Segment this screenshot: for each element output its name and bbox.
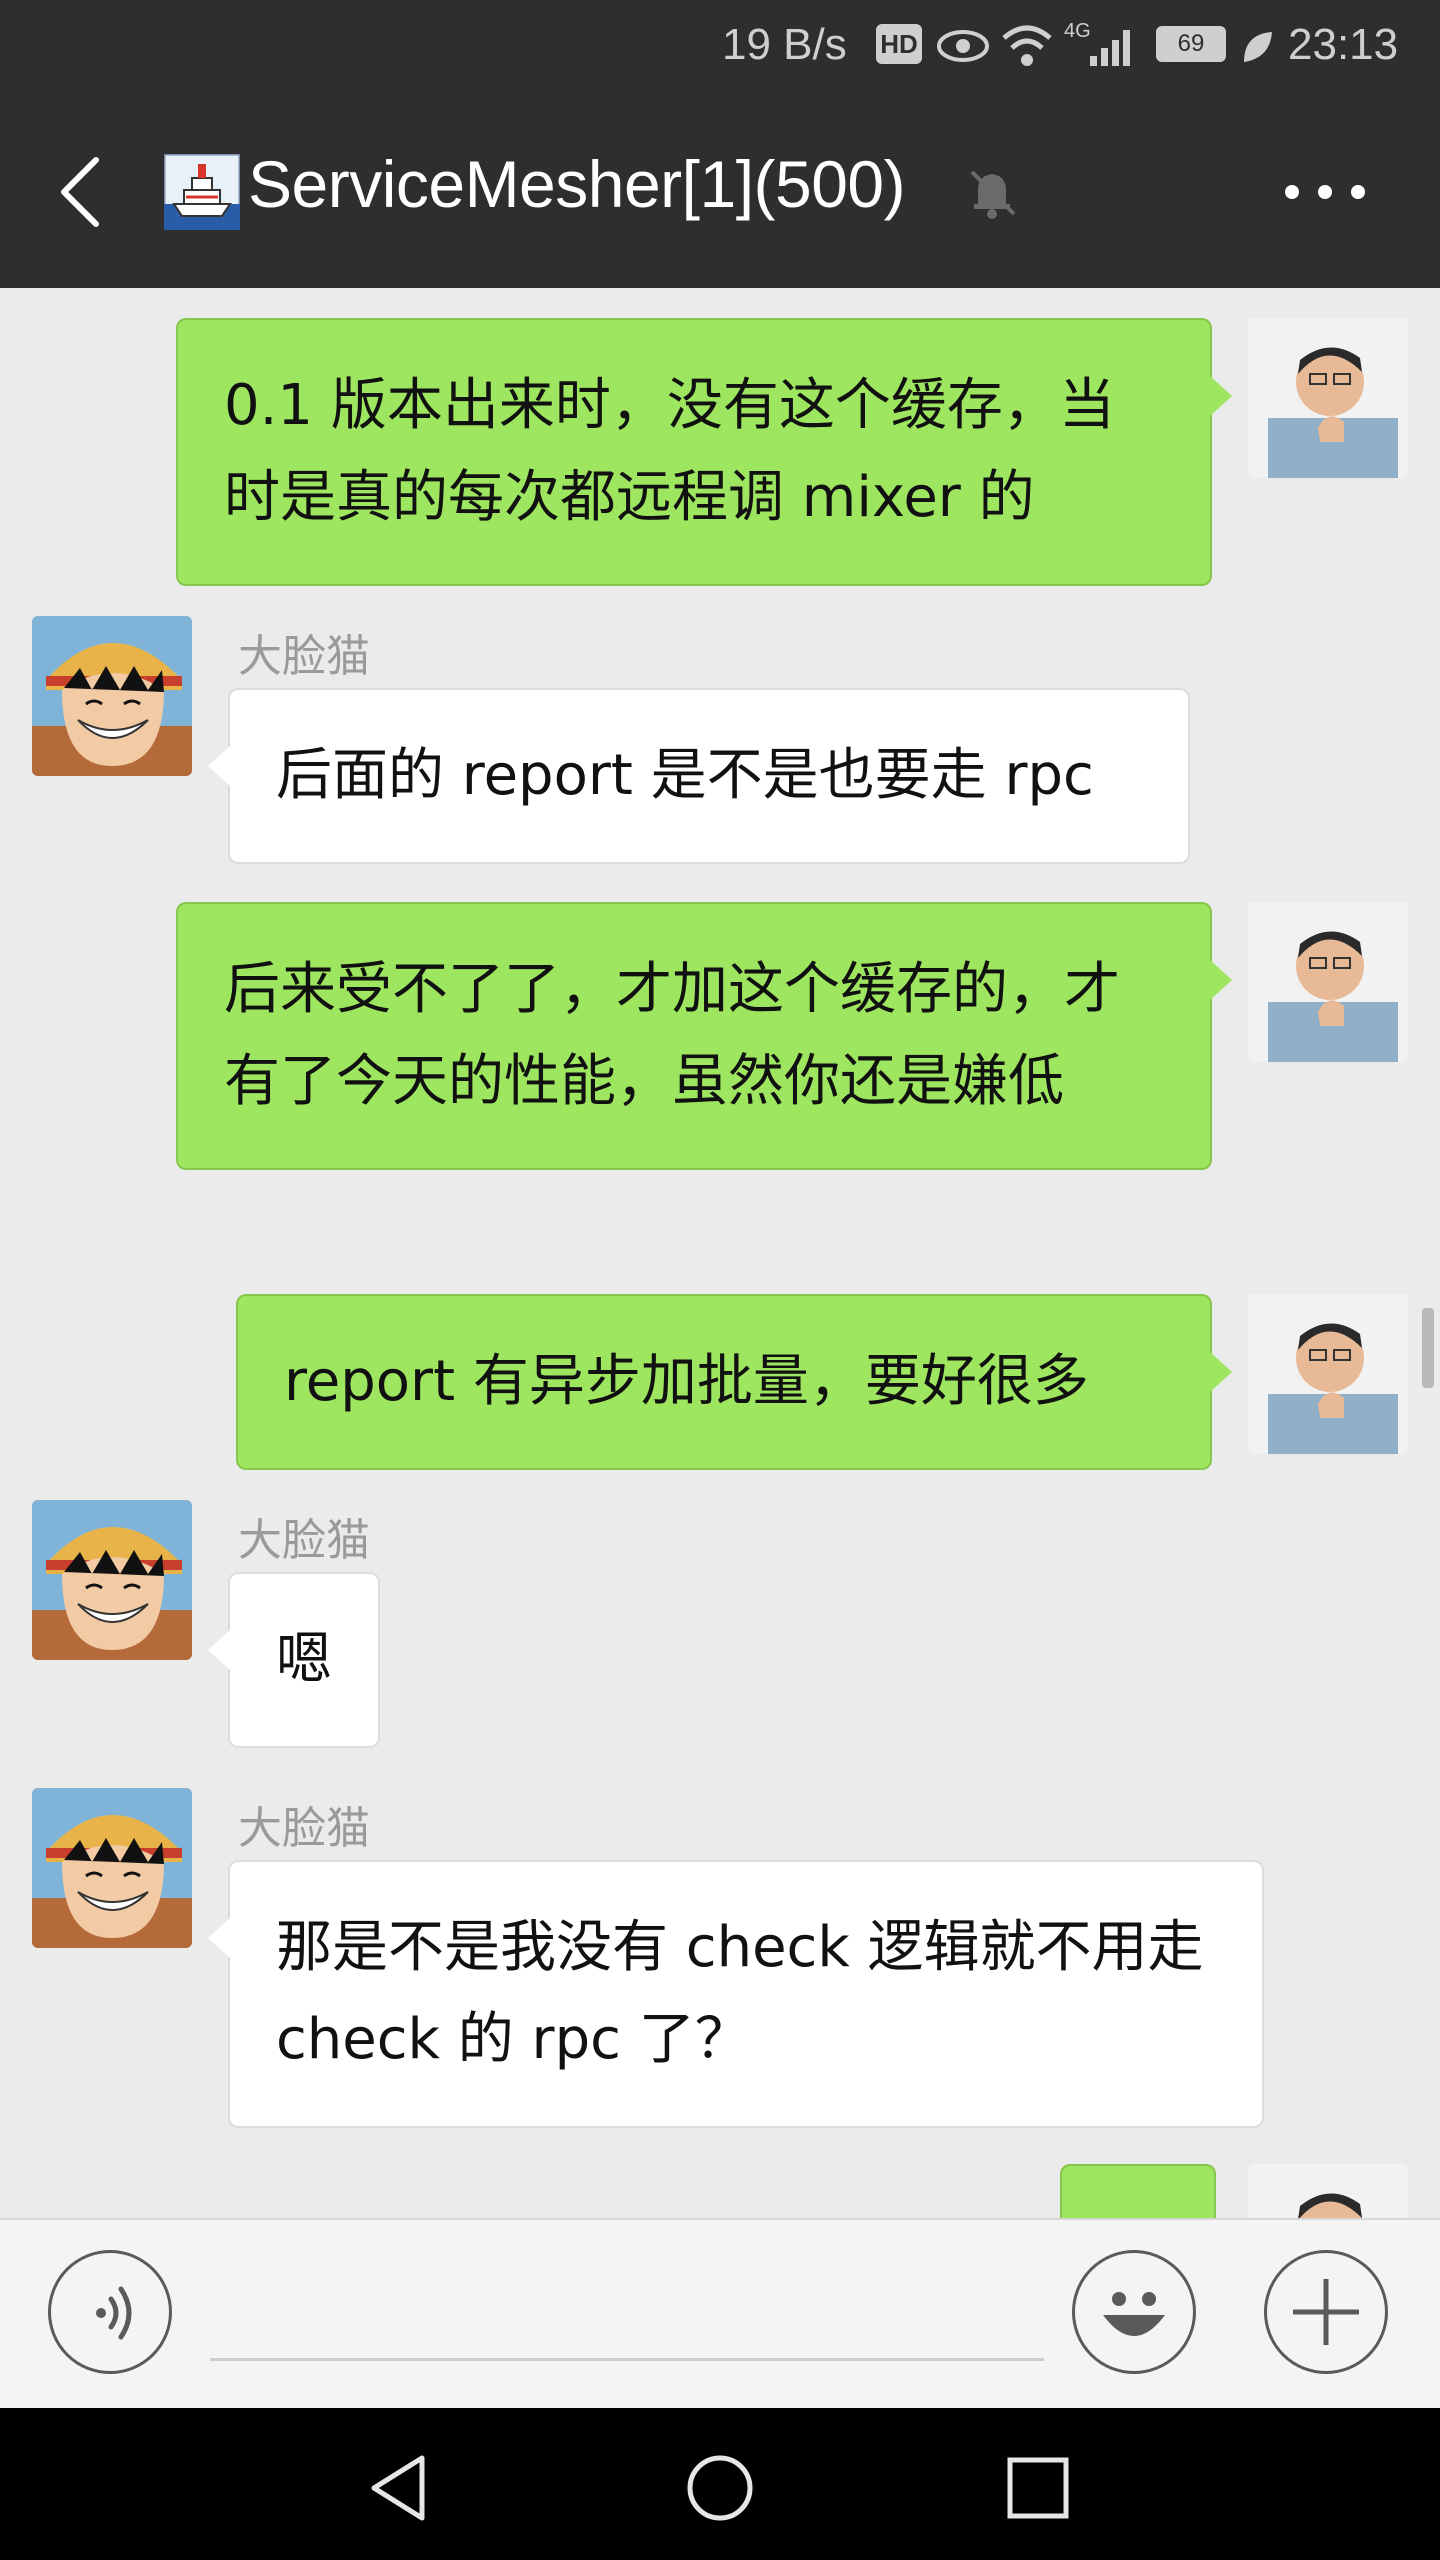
chat-title: ServiceMesher[1](500): [248, 147, 906, 221]
input-bar: [0, 2218, 1440, 2408]
contact-avatar[interactable]: [32, 1788, 192, 1948]
hd-icon: HD: [876, 24, 922, 64]
my-avatar[interactable]: [1248, 902, 1408, 1062]
voice-icon: [96, 2286, 132, 2340]
ship-icon: [162, 152, 242, 232]
message-bubble-outgoing-partial[interactable]: [1060, 2164, 1216, 2218]
network-type-label: 4G: [1064, 20, 1091, 42]
eye-icon: [936, 26, 990, 71]
home-circle-icon[interactable]: [680, 2448, 760, 2528]
signal-icon: [1088, 22, 1138, 73]
wifi-icon: [1000, 22, 1054, 73]
leaf-icon: [1240, 28, 1276, 71]
message-input[interactable]: [210, 2260, 1044, 2361]
message-bubble-incoming[interactable]: 那是不是我没有 check 逻辑就不用走 check 的 rpc 了？: [208, 1860, 1264, 2128]
emoji-button[interactable]: [1072, 2250, 1196, 2374]
sender-name: 大脸猫: [238, 631, 370, 682]
message-bubble-outgoing[interactable]: 0.1 版本出来时，没有这个缓存，当时是真的每次都远程调 mixer 的: [176, 318, 1232, 586]
message-bubble-incoming[interactable]: 嗯: [208, 1572, 380, 1748]
chevron-left-icon[interactable]: [52, 152, 108, 232]
message-bubble-incoming[interactable]: 后面的 report 是不是也要走 rpc: [208, 688, 1190, 864]
my-avatar[interactable]: [1248, 1294, 1408, 1454]
sender-name: 大脸猫: [238, 1515, 370, 1566]
battery-level: 69: [1159, 29, 1223, 59]
my-avatar[interactable]: [1248, 318, 1408, 478]
message-bubble-outgoing[interactable]: report 有异步加批量，要好很多: [236, 1294, 1232, 1470]
back-triangle-icon[interactable]: [360, 2448, 440, 2528]
plus-button[interactable]: [1264, 2250, 1388, 2374]
system-navigation-bar: [0, 2408, 1440, 2560]
contact-avatar[interactable]: [32, 616, 192, 776]
message-list[interactable]: 0.1 版本出来时，没有这个缓存，当时是真的每次都远程调 mixer 的 大脸猫…: [0, 288, 1440, 2218]
message-bubble-outgoing[interactable]: 后来受不了了，才加这个缓存的，才有了今天的性能，虽然你还是嫌低: [176, 902, 1232, 1170]
network-speed: 19 B/s: [722, 20, 847, 69]
contact-avatar[interactable]: [32, 1500, 192, 1660]
sender-name: 大脸猫: [238, 1803, 370, 1854]
plus-icon: [1293, 2279, 1359, 2345]
bell-muted-icon: [962, 162, 1022, 222]
recents-square-icon[interactable]: [998, 2448, 1078, 2528]
battery-icon: 69: [1156, 26, 1226, 62]
status-bar: 19 B/s HD 4G 69 23:13: [0, 0, 1440, 96]
emoji-icon: [1103, 2292, 1165, 2336]
more-dots-icon[interactable]: [1280, 180, 1370, 204]
chat-header: ServiceMesher[1](500): [0, 96, 1440, 288]
scrollbar[interactable]: [1422, 1308, 1434, 1388]
voice-button[interactable]: [48, 2250, 172, 2374]
clock: 23:13: [1288, 20, 1399, 69]
my-avatar[interactable]: [1248, 2164, 1408, 2218]
